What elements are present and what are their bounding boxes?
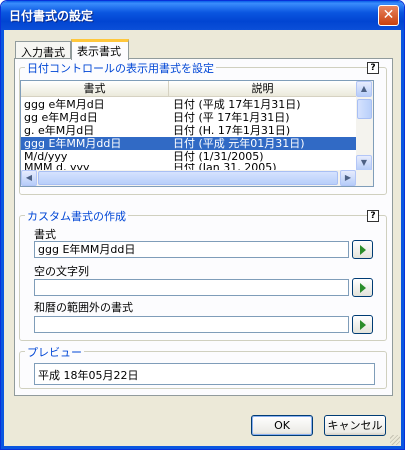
row-description: 日付 (平成 元年01月31日) [173,137,305,150]
empty-string-input[interactable] [34,279,349,296]
format-label: 書式 [34,228,56,241]
vertical-scroll-thumb[interactable] [357,99,372,119]
column-header-format[interactable]: 書式 [21,81,169,96]
horizontal-scrollbar[interactable]: ◀ ▶ [21,170,373,186]
outside-era-input[interactable] [34,316,349,333]
list-row[interactable]: gg e年M月d日 日付 (平 17年1月31日) [21,111,357,124]
window-frame-bottom [1,446,404,449]
tab-input-format[interactable]: 入力書式 [15,41,71,59]
title-bar[interactable]: 日付書式の設定 ✕ [1,1,404,30]
tab-display-format[interactable]: 表示書式 [71,39,129,60]
row-description: 日付 (平 17年1月31日) [173,111,290,124]
row-format: ggg E年MM月dd日 [24,137,122,150]
vertical-scrollbar[interactable]: ▲ ▼ [356,81,373,171]
list-row[interactable]: ggg e年M月d日 日付 (平成 17年1月31日) [21,98,357,111]
scroll-right-icon[interactable]: ▶ [340,170,356,186]
window-frame-left [1,30,4,449]
window-title: 日付書式の設定 [9,9,94,23]
preview-group-title: プレビュー [25,344,84,360]
row-format: gg e年M月d日 [24,111,98,124]
resize-grip-icon[interactable] [390,435,400,445]
format-input[interactable]: ggg E年MM月dd日 [34,241,349,258]
help-icon[interactable]: ? [367,210,379,222]
preview-value: 平成 18年05月22日 [34,363,375,385]
window-frame-right [401,30,404,449]
format-list-group-title: 日付コントロールの表示用書式を設定 [25,60,216,76]
empty-string-apply-button[interactable] [352,278,373,297]
close-button[interactable]: ✕ [378,5,399,26]
date-format-dialog: 日付書式の設定 ✕ 入力書式 表示書式 日付コントロールの表示用書式を設定 ? … [0,0,405,450]
list-row[interactable]: g. e年M月d日 日付 (H. 17年1月31日) [21,124,357,137]
row-format: M/d/yyy [24,150,68,163]
horizontal-scroll-thumb[interactable] [38,171,338,185]
row-description: 日付 (平成 17年1月31日) [173,98,301,111]
outside-era-label: 和暦の範囲外の書式 [34,301,133,314]
scroll-up-icon[interactable]: ▲ [356,81,372,97]
row-description: 日付 (1/31/2005) [173,150,264,163]
help-icon[interactable]: ? [367,62,379,74]
custom-format-group-title: カスタム書式の作成 [25,208,128,224]
row-description: 日付 (H. 17年1月31日) [173,124,291,137]
cancel-button[interactable]: キャンセル [324,415,386,436]
list-header: 書式 説明 [21,81,357,97]
empty-string-label: 空の文字列 [34,265,89,278]
list-row[interactable]: M/d/yyy 日付 (1/31/2005) [21,150,357,163]
ok-button[interactable]: OK [251,415,313,436]
format-list[interactable]: 書式 説明 ggg e年M月d日 日付 (平成 17年1月31日) gg e年M… [20,80,374,187]
close-icon: ✕ [382,7,395,23]
row-format: ggg e年M月d日 [24,98,105,111]
list-row-selected[interactable]: ggg E年MM月dd日 日付 (平成 元年01月31日) [21,137,357,150]
scroll-left-icon[interactable]: ◀ [21,170,37,186]
outside-era-apply-button[interactable] [352,315,373,334]
format-apply-button[interactable] [352,240,373,259]
scroll-down-icon[interactable]: ▼ [356,155,372,171]
row-format: g. e年M月d日 [24,124,95,137]
column-header-description[interactable]: 説明 [169,81,357,96]
